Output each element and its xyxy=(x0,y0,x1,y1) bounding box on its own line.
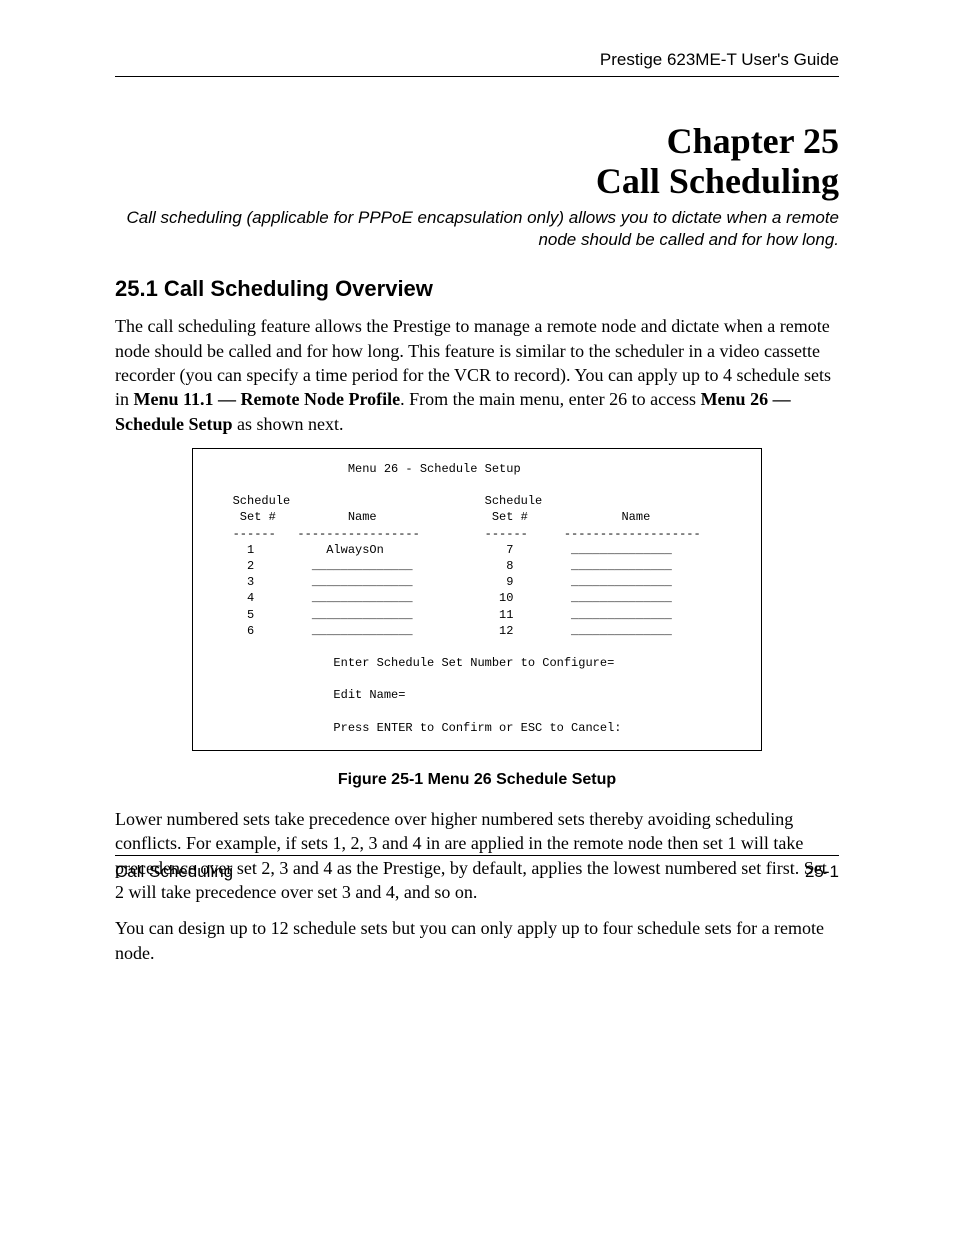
para1-text2: . From the main menu, enter 26 to access xyxy=(400,389,700,409)
footer-left: Call Scheduling xyxy=(115,862,233,882)
terminal-title: Menu 26 - Schedule Setup xyxy=(211,462,521,476)
section-heading: 25.1 Call Scheduling Overview xyxy=(115,276,839,302)
chapter-subtitle: Call scheduling (applicable for PPPoE en… xyxy=(115,207,839,251)
header-rule xyxy=(115,76,839,77)
terminal-row-5: 5 ______________ 11 ______________ xyxy=(211,608,672,622)
terminal-screenshot: Menu 26 - Schedule Setup Schedule Schedu… xyxy=(192,448,762,751)
chapter-name: Call Scheduling xyxy=(115,162,839,202)
terminal-prompt-1: Enter Schedule Set Number to Configure= xyxy=(211,656,614,670)
terminal-header-2: Set # Name Set # Name xyxy=(211,510,650,524)
terminal-prompt-3: Press ENTER to Confirm or ESC to Cancel: xyxy=(211,721,621,735)
terminal-row-1: 1 AlwaysOn 7 ______________ xyxy=(211,543,672,557)
footer-right: 25-1 xyxy=(805,862,839,882)
paragraph-1: The call scheduling feature allows the P… xyxy=(115,314,839,435)
terminal-prompt-2: Edit Name= xyxy=(211,688,405,702)
terminal-row-3: 3 ______________ 9 ______________ xyxy=(211,575,672,589)
terminal-header-1: Schedule Schedule xyxy=(211,494,542,508)
terminal-row-4: 4 ______________ 10 ______________ xyxy=(211,591,672,605)
para1-text3: as shown next. xyxy=(233,414,344,434)
chapter-number: Chapter 25 xyxy=(115,122,839,162)
figure-caption: Figure 25-1 Menu 26 Schedule Setup xyxy=(115,771,839,789)
terminal-row-6: 6 ______________ 12 ______________ xyxy=(211,624,672,638)
para1-bold1: Menu 11.1 — Remote Node Profile xyxy=(134,389,401,409)
page: Prestige 623ME-T User's Guide Chapter 25… xyxy=(0,0,954,1235)
paragraph-3: You can design up to 12 schedule sets bu… xyxy=(115,916,839,965)
chapter-title-block: Chapter 25 Call Scheduling xyxy=(115,122,839,201)
terminal-row-2: 2 ______________ 8 ______________ xyxy=(211,559,672,573)
terminal-separator: ------ ----------------- ------ --------… xyxy=(211,527,701,541)
page-footer: Call Scheduling 25-1 xyxy=(115,855,839,882)
footer-rule xyxy=(115,855,839,856)
running-header: Prestige 623ME-T User's Guide xyxy=(115,50,839,70)
